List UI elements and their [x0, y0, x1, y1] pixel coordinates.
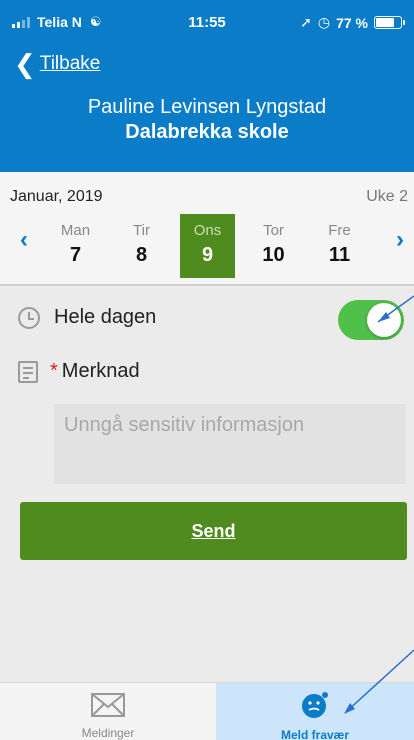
note-input[interactable] [54, 404, 406, 484]
tab-report-absence[interactable]: Meld fravær [216, 683, 414, 740]
divider [0, 284, 414, 286]
note-label-text: Merknad [61, 360, 140, 382]
tab-label: Meld fravær [280, 728, 350, 740]
day-name: Tor [263, 222, 284, 239]
back-button[interactable]: ❮ Tilbake [14, 49, 101, 79]
all-day-toggle[interactable] [338, 300, 404, 340]
day-wednesday-selected[interactable]: Ons 9 [180, 214, 235, 278]
alarm-icon: ◷ [317, 14, 331, 30]
envelope-icon [91, 693, 125, 717]
status-right: ➚ ◷ 77 % [300, 14, 405, 31]
required-marker: * [50, 360, 58, 382]
day-number: 11 [328, 244, 351, 266]
day-number: 9 [201, 244, 214, 266]
day-name: Fre [328, 222, 351, 239]
day-tuesday[interactable]: Tir 8 [114, 214, 169, 278]
day-monday[interactable]: Man 7 [48, 214, 103, 278]
toggle-knob [367, 303, 401, 337]
face-icon [302, 692, 328, 718]
day-name: Man [60, 222, 91, 239]
day-name: Ons [193, 222, 222, 239]
day-list: Man 7 Tir 8 Ons 9 Tor 10 Fre 11 [48, 214, 367, 278]
all-day-label: Hele dagen [54, 306, 157, 328]
note-label: * Merknad [50, 360, 140, 383]
chevron-left-icon: ❮ [14, 49, 36, 79]
battery-percent: 77 % [336, 14, 368, 31]
send-button[interactable]: Send [20, 502, 407, 560]
tab-bar: Meldinger Meld fravær [0, 682, 414, 740]
day-thursday[interactable]: Tor 10 [246, 214, 301, 278]
absence-form: Hele dagen *Merknad Send [0, 284, 414, 682]
battery-fill [376, 18, 395, 27]
day-name: Tir [133, 222, 150, 239]
note-row: * Merknad [18, 360, 140, 383]
all-day-row: Hele dagen [18, 306, 156, 329]
day-number: 7 [69, 244, 82, 266]
day-friday[interactable]: Fre 11 [312, 214, 367, 278]
day-number: 8 [135, 244, 148, 266]
chevron-left-icon[interactable]: ‹ [20, 226, 28, 254]
location-icon: ➚ [300, 14, 312, 30]
back-label: Tilbake [39, 53, 101, 74]
status-bar: Telia N ☯ 11:55 ➚ ◷ 77 % [0, 0, 414, 40]
student-name: Pauline Levinsen Lyngstad [87, 96, 327, 118]
app-header: Telia N ☯ 11:55 ➚ ◷ 77 % ❮ Tilbake Pauli… [0, 0, 414, 172]
month-label: Januar, 2019 [10, 188, 103, 205]
school-name: Dalabrekka skole [125, 121, 289, 143]
day-number: 10 [262, 244, 285, 266]
week-number: Uke 2 [366, 188, 408, 205]
battery-icon [374, 16, 405, 29]
note-icon [18, 360, 38, 383]
clock-icon [18, 306, 40, 329]
chevron-right-icon[interactable]: › [396, 226, 404, 254]
week-selector: Januar, 2019 Uke 2 ‹ Man 7 Tir 8 Ons 9 T… [0, 172, 414, 284]
tab-messages[interactable]: Meldinger [0, 683, 216, 740]
tab-label: Meldinger [81, 726, 135, 740]
